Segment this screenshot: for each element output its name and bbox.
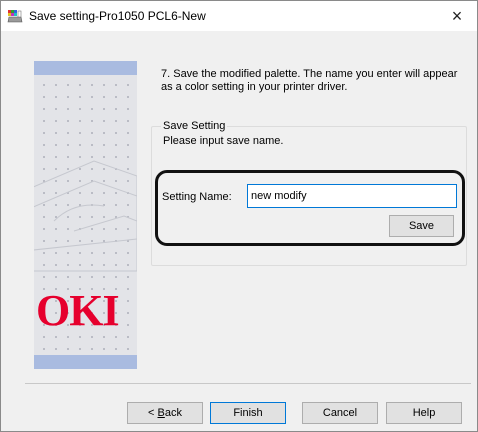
oki-logo: OKI <box>36 286 120 335</box>
printer-illustration <box>34 160 137 272</box>
group-description: Please input save name. <box>163 135 284 147</box>
back-button[interactable]: < Back <box>127 402 203 424</box>
footer-separator <box>25 383 471 384</box>
side-band-top <box>34 61 137 75</box>
instruction-text: 7. Save the modified palette. The name y… <box>161 68 458 93</box>
save-setting-group: Save Setting Please input save name. Set… <box>151 120 467 266</box>
close-icon: × <box>451 5 463 26</box>
back-label-prefix: < <box>148 407 158 419</box>
setting-name-input[interactable] <box>247 184 457 208</box>
setting-name-label: Setting Name: <box>162 191 232 203</box>
back-label-accelerator: B <box>157 407 165 419</box>
wizard-side-image: OKI <box>34 61 137 369</box>
close-button[interactable]: × <box>437 1 477 31</box>
printer-palette-icon <box>7 8 23 24</box>
back-label-rest: ack <box>164 407 182 419</box>
help-button[interactable]: Help <box>386 402 462 424</box>
finish-button[interactable]: Finish <box>210 402 286 424</box>
save-button[interactable]: Save <box>389 215 454 237</box>
save-setting-dialog: Save setting-Pro1050 PCL6-New × OKI 7. S… <box>0 0 478 432</box>
title-bar: Save setting-Pro1050 PCL6-New × <box>1 1 477 31</box>
cancel-button[interactable]: Cancel <box>302 402 378 424</box>
window-title: Save setting-Pro1050 PCL6-New <box>29 9 206 23</box>
side-band-bottom <box>34 355 137 369</box>
group-title: Save Setting <box>161 120 228 132</box>
